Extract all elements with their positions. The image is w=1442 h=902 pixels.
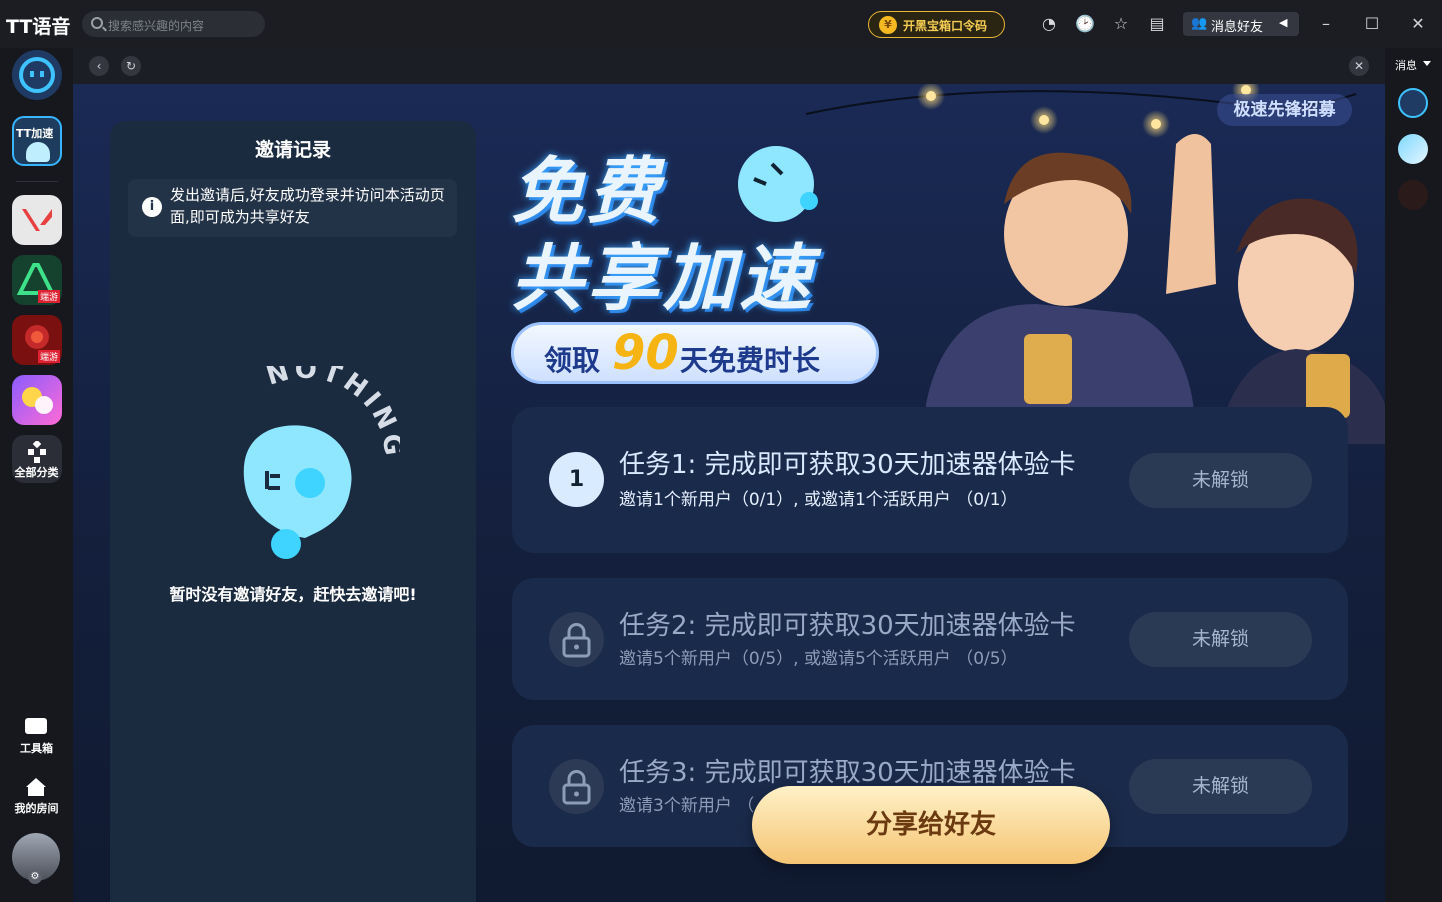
accelerator-label: TT加速 [16, 127, 54, 140]
lock-icon [549, 612, 604, 667]
friends-icon: 👥 [1191, 16, 1208, 31]
messages-label[interactable]: 消息 [1395, 57, 1417, 73]
claim-days: 90 [612, 325, 679, 381]
right-sidebar: 消息 [1385, 48, 1442, 902]
contact-avatar-1[interactable] [1398, 88, 1428, 118]
messages-dropdown-icon[interactable] [1423, 61, 1431, 66]
history-icon[interactable]: 🕑 [1075, 14, 1095, 34]
home-room-icon-base [28, 787, 44, 796]
task-unlock-button[interactable]: 未解锁 [1129, 453, 1312, 508]
maximize-button[interactable]: ☐ [1361, 13, 1383, 35]
home-room-icon[interactable] [26, 778, 46, 787]
sidebar-all-categories[interactable]: 全部分类 [12, 435, 62, 483]
invite-tip-text: 发出邀请后,好友成功登录并访问本活动页面,即可成为共享好友 [170, 186, 445, 226]
home-logo-icon[interactable] [12, 50, 62, 100]
task-number: 1 [549, 452, 604, 507]
categories-icon [26, 439, 48, 463]
claim-prefix: 领取 [544, 344, 601, 377]
close-window-button[interactable]: ✕ [1407, 13, 1429, 35]
invite-tip: i 发出邀请后,好友成功登录并访问本活动页面,即可成为共享好友 [128, 179, 457, 237]
task-title: 任务2: 完成即可获取30天加速器体验卡 [619, 611, 1076, 641]
nothing-illustration: NOTHING [210, 355, 405, 566]
search-icon [91, 17, 103, 29]
sidebar-divider [16, 181, 58, 182]
task-card-2: 任务2: 完成即可获取30天加速器体验卡 邀请5个新用户（0/5）, 或邀请5个… [512, 578, 1348, 700]
sidebar-game-valorant[interactable] [12, 195, 62, 245]
accelerator-mascot-icon [26, 142, 50, 162]
search-input[interactable]: 搜索感兴趣的内容 [82, 11, 265, 37]
invite-title: 邀请记录 [254, 139, 331, 161]
close-page-icon[interactable]: ✕ [1349, 56, 1369, 76]
all-categories-label: 全部分类 [14, 466, 59, 479]
task-title: 任务3: 完成即可获取30天加速器体验卡 [619, 758, 1076, 788]
claim-suffix: 天免费时长 [680, 344, 821, 377]
task-subtitle: 邀请1个新用户（0/1）, 或邀请1个活跃用户 （0/1） [619, 490, 1018, 510]
back-arrow-icon[interactable]: ‹ [89, 56, 109, 76]
empty-invites-text: 暂时没有邀请好友，赶快去邀请吧! [169, 585, 417, 604]
toolbox-icon[interactable] [25, 718, 47, 734]
invite-records-panel: 邀请记录 i 发出邀请后,好友成功登录并访问本活动页面,即可成为共享好友 NOT… [110, 121, 476, 902]
sidebar-game-3[interactable]: 端游 [12, 315, 62, 365]
contact-avatar-2[interactable] [1398, 134, 1428, 164]
collapse-arrow-icon: ◀ [1279, 16, 1288, 29]
task-title: 任务1: 完成即可获取30天加速器体验卡 [619, 450, 1076, 480]
main-content: ‹ ↻ ✕ 邀请记录 i 发出邀请后,好友成功登录并访问本活动页面,即可成为共享… [73, 48, 1385, 902]
refresh-icon[interactable]: ↻ [121, 56, 141, 76]
activity-page: 邀请记录 i 发出邀请后,好友成功登录并访问本活动页面,即可成为共享好友 NOT… [73, 84, 1385, 902]
task-unlock-button[interactable]: 未解锁 [1129, 612, 1312, 667]
info-icon: i [142, 197, 162, 217]
sidebar-game-4[interactable] [12, 375, 62, 425]
search-placeholder: 搜索感兴趣的内容 [108, 19, 205, 33]
left-sidebar: TT加速 端游 端游 全部分类 工具箱 我的房间 ⚙ [0, 48, 73, 902]
promo-banner: 极速先锋招募 免费 共享加速 领取 90 天免费时长 [476, 84, 1385, 444]
headline-shared-acceleration: 共享加速 [511, 236, 816, 320]
task-subtitle: 邀请5个新用户（0/5）, 或邀请5个活跃用户 （0/5） [619, 649, 1018, 669]
title-bar: TT语音 搜索感兴趣的内容 ¥ 开黑宝箱口令码 ◔ 🕑 ☆ ▤ 👥 消息好友 ◀… [0, 0, 1442, 48]
minimize-button[interactable]: – [1315, 13, 1337, 35]
task-card-1: 1 任务1: 完成即可获取30天加速器体验卡 邀请1个新用户（0/1）, 或邀请… [512, 407, 1348, 553]
game-center-icon[interactable]: ◔ [1039, 14, 1059, 34]
contact-avatar-3[interactable] [1398, 180, 1428, 210]
friends-label: 消息好友 [1211, 20, 1264, 35]
settings-gear-icon[interactable]: ⚙ [28, 870, 42, 884]
game-badge: 端游 [37, 290, 60, 303]
promo-code-button[interactable]: ¥ 开黑宝箱口令码 [868, 11, 1005, 38]
toolbox-label[interactable]: 工具箱 [0, 740, 73, 756]
browser-nav-bar: ‹ ↻ ✕ [73, 48, 1385, 84]
coin-icon: ¥ [879, 16, 897, 34]
sidebar-item-accelerator[interactable]: TT加速 [12, 116, 62, 166]
claim-banner: 领取 90 天免费时长 [511, 322, 879, 384]
lock-icon [549, 759, 604, 814]
share-to-friends-button[interactable]: 分享给好友 [752, 786, 1110, 864]
task-subtitle: 邀请3个新用户 （ [619, 796, 755, 816]
task-unlock-button[interactable]: 未解锁 [1129, 759, 1312, 814]
recruit-badge[interactable]: 极速先锋招募 [1217, 94, 1352, 126]
message-friends-button[interactable]: 👥 消息好友 ◀ [1183, 12, 1299, 36]
favorite-star-icon[interactable]: ☆ [1111, 14, 1131, 34]
promo-label: 开黑宝箱口令码 [903, 19, 988, 33]
app-logo: TT语音 [6, 16, 71, 38]
note-icon[interactable]: ▤ [1147, 14, 1167, 34]
sidebar-game-2[interactable]: 端游 [12, 255, 62, 305]
my-room-label[interactable]: 我的房间 [0, 800, 73, 816]
game-badge: 端游 [37, 350, 60, 363]
